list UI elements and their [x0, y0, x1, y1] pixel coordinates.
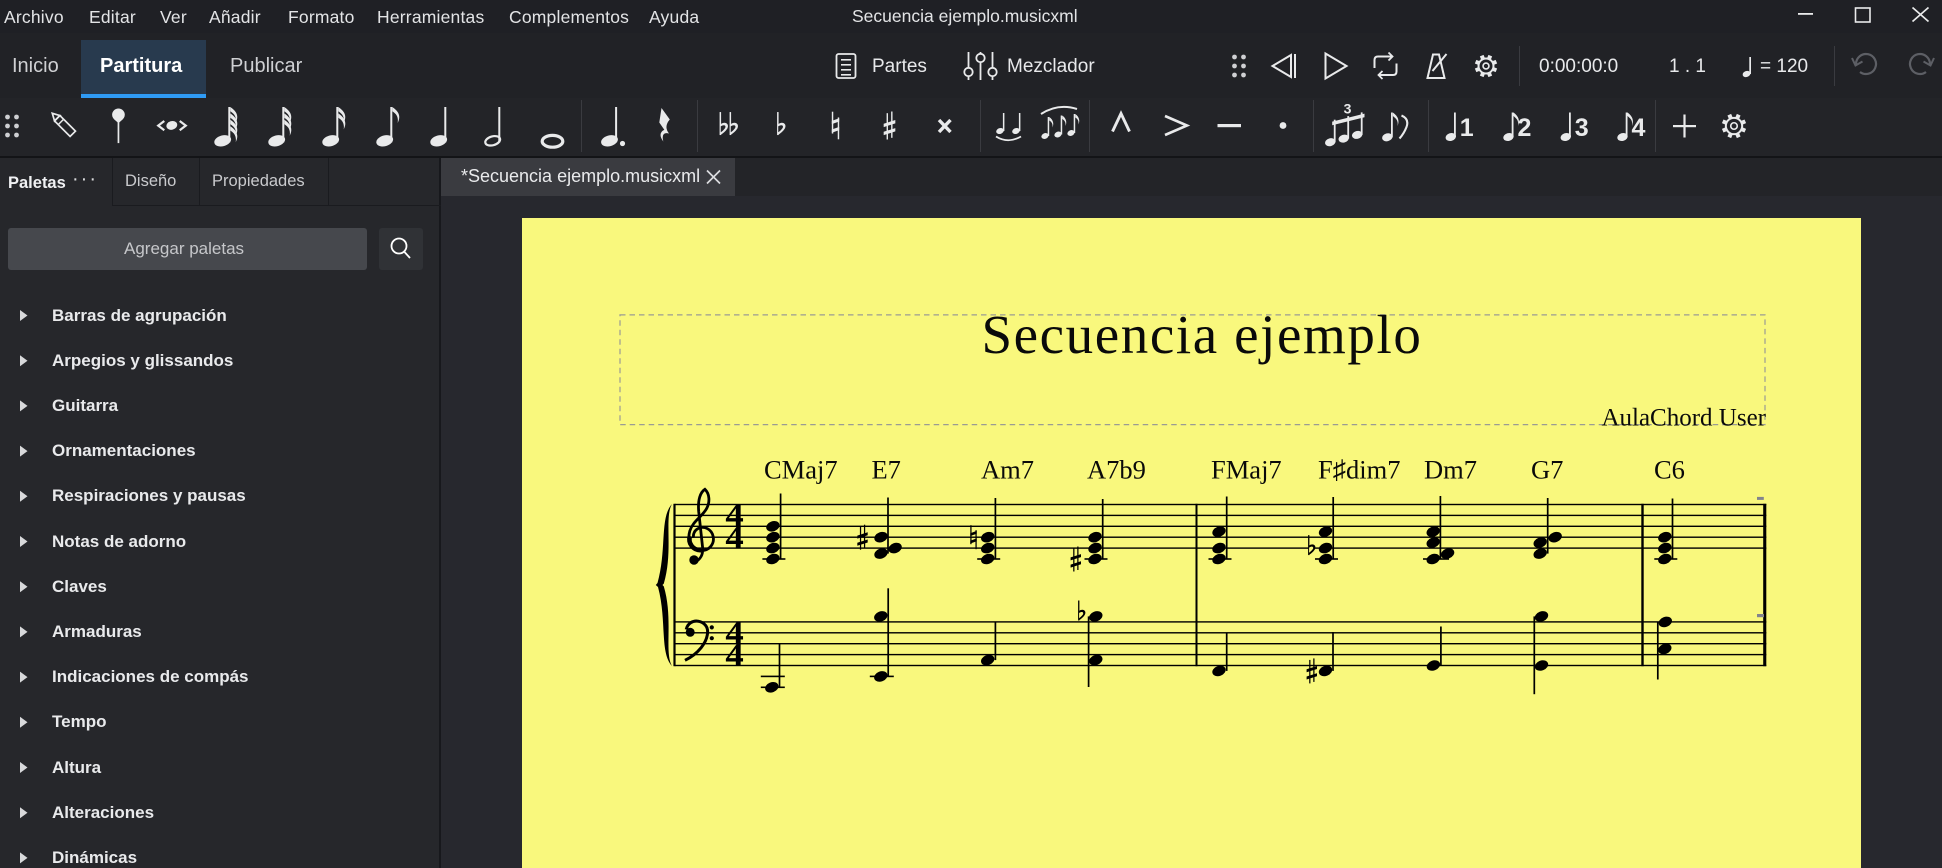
svg-text:1: 1	[1460, 114, 1474, 142]
svg-text:CMaj7: CMaj7	[764, 454, 838, 484]
svg-text:FMaj7: FMaj7	[1211, 454, 1282, 484]
svg-text:2: 2	[1517, 114, 1531, 142]
svg-text:E7: E7	[872, 454, 901, 484]
svg-text:Secuencia ejemplo: Secuencia ejemplo	[981, 304, 1422, 365]
svg-text:G7: G7	[1531, 454, 1563, 484]
svg-text:3: 3	[1344, 101, 1352, 117]
svg-text:C6: C6	[1654, 454, 1685, 484]
svg-text:Dm7: Dm7	[1424, 454, 1477, 484]
svg-text:F♯dim7: F♯dim7	[1318, 454, 1400, 484]
svg-text:4: 4	[1631, 114, 1645, 142]
svg-text:4: 4	[725, 635, 744, 673]
svg-text:4: 4	[725, 518, 744, 556]
svg-text:Am7: Am7	[981, 454, 1034, 484]
svg-text:A7b9: A7b9	[1087, 454, 1146, 484]
svg-text:3: 3	[1575, 114, 1589, 142]
svg-text:AulaChord User: AulaChord User	[1601, 404, 1766, 431]
